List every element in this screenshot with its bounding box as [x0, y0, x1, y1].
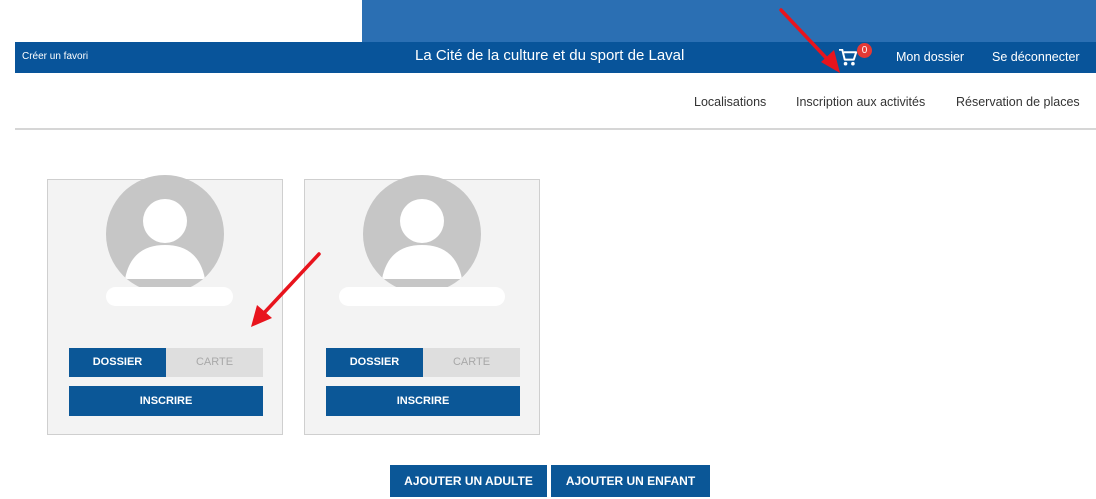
member-card: DOSSIER CARTE INSCRIRE	[47, 175, 283, 435]
member-card: DOSSIER CARTE INSCRIRE	[304, 175, 540, 435]
user-avatar-icon	[363, 175, 481, 293]
register-button[interactable]: INSCRIRE	[69, 386, 263, 416]
header-bar: Créer un favori La Cité de la culture et…	[15, 42, 1096, 73]
shopping-cart-icon	[839, 49, 858, 66]
cart-button[interactable]: 0	[838, 43, 878, 71]
register-button[interactable]: INSCRIRE	[326, 386, 520, 416]
nav-item-seat-reservation[interactable]: Réservation de places	[956, 95, 1080, 109]
carte-button[interactable]: CARTE	[166, 348, 263, 377]
add-child-button[interactable]: AJOUTER UN ENFANT	[551, 465, 710, 497]
user-avatar-icon	[106, 175, 224, 293]
cart-count-badge: 0	[857, 43, 872, 58]
nav-divider	[15, 128, 1096, 130]
logout-link[interactable]: Se déconnecter	[992, 50, 1080, 64]
create-favorite-link[interactable]: Créer un favori	[22, 51, 88, 62]
nav-item-localisations[interactable]: Localisations	[694, 95, 766, 109]
nav-item-activity-registration[interactable]: Inscription aux activités	[796, 95, 925, 109]
member-name-redacted	[339, 287, 505, 306]
add-adult-button[interactable]: AJOUTER UN ADULTE	[390, 465, 547, 497]
top-banner	[362, 0, 1096, 42]
dossier-button[interactable]: DOSSIER	[69, 348, 166, 377]
site-title: La Cité de la culture et du sport de Lav…	[415, 47, 685, 64]
my-file-link[interactable]: Mon dossier	[896, 50, 964, 64]
dossier-button[interactable]: DOSSIER	[326, 348, 423, 377]
carte-button[interactable]: CARTE	[423, 348, 520, 377]
main-nav: Localisations Inscription aux activités …	[15, 73, 1096, 129]
member-name-redacted	[106, 287, 233, 306]
